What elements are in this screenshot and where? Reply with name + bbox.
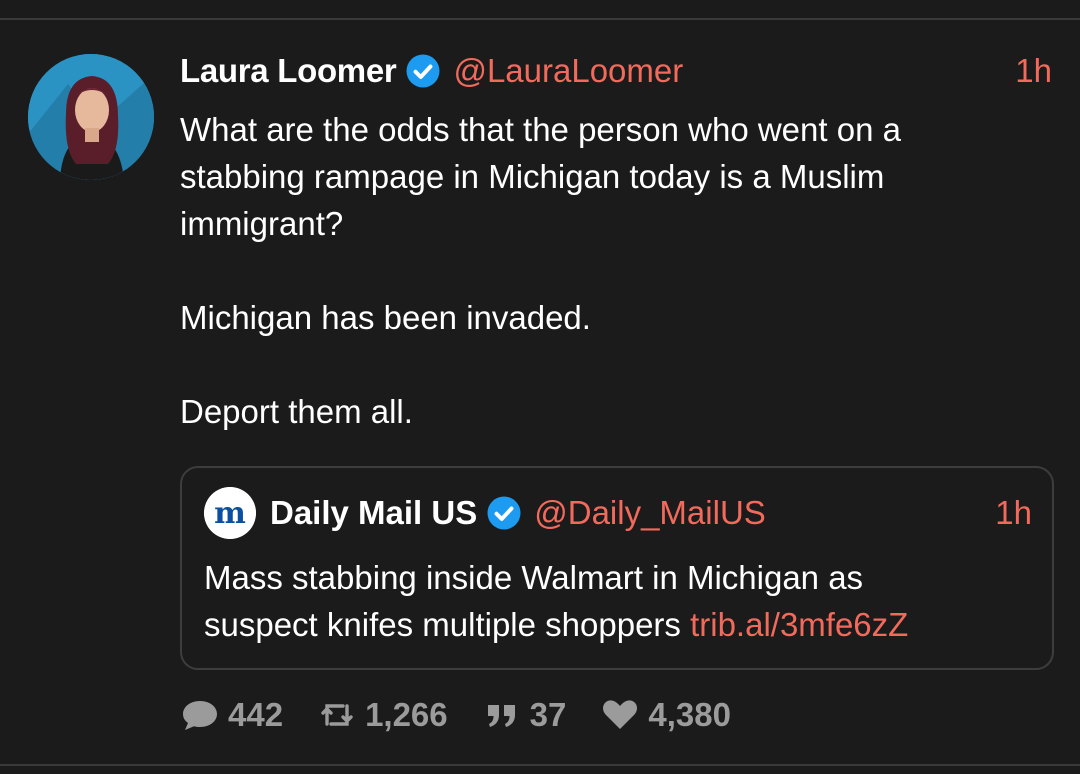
author-name[interactable]: Laura Loomer [180, 52, 397, 90]
tweet-text-line: Deport them all. [180, 393, 413, 430]
daily-mail-logo-icon[interactable]: m [204, 487, 256, 539]
avatar[interactable] [28, 54, 154, 180]
tweet-text-line: What are the odds that the person who we… [180, 111, 901, 148]
tweet-body: What are the odds that the person who we… [180, 106, 1040, 435]
quote-icon [487, 705, 515, 727]
retweet-button[interactable]: 1,266 [317, 696, 448, 734]
like-button[interactable]: 4,380 [600, 696, 731, 734]
tweet-stats: 442 1,266 37 4,380 [180, 692, 765, 738]
quoted-tweet-body: Mass stabbing inside Walmart in Michigan… [204, 554, 1034, 648]
svg-text:m: m [214, 496, 246, 531]
tweet-text-line: Michigan has been invaded. [180, 299, 591, 336]
top-divider [0, 18, 1080, 20]
quote-button[interactable]: 37 [482, 696, 567, 734]
bottom-divider [0, 764, 1080, 766]
quoted-text-line: Mass stabbing inside Walmart in Michigan… [204, 559, 864, 596]
author-handle[interactable]: @LauraLoomer [453, 52, 683, 90]
verified-icon [405, 53, 441, 89]
quoted-tweet-header: m Daily Mail US @Daily_MailUS 1h [204, 487, 1032, 539]
tweet-view: Laura Loomer @LauraLoomer 1h What are th… [0, 0, 1080, 774]
tweet-text-line: immigrant? [180, 205, 344, 242]
retweet-icon [321, 704, 353, 726]
quoted-text: suspect knifes multiple shoppers [204, 606, 691, 643]
quote-count: 37 [529, 696, 567, 733]
tweet-text-line: stabbing rampage in Michigan today is a … [180, 158, 885, 195]
reply-count: 442 [228, 696, 284, 733]
verified-icon [486, 495, 522, 531]
quoted-tweet-time[interactable]: 1h [995, 494, 1032, 532]
quoted-link[interactable]: trib.al/3mfe6zZ [690, 606, 908, 643]
heart-icon [603, 700, 638, 729]
tweet-time[interactable]: 1h [1015, 52, 1052, 90]
quoted-tweet[interactable]: m Daily Mail US @Daily_MailUS 1h Mass st… [180, 466, 1054, 670]
tweet-header: Laura Loomer @LauraLoomer 1h [180, 48, 1052, 94]
like-count: 4,380 [648, 696, 731, 733]
retweet-count: 1,266 [365, 696, 448, 733]
reply-button[interactable]: 442 [180, 696, 283, 734]
quoted-author-handle[interactable]: @Daily_MailUS [534, 494, 766, 532]
reply-icon [183, 701, 217, 730]
quoted-text-line-2: suspect knifes multiple shoppers trib.al… [204, 601, 1034, 648]
quoted-author-name[interactable]: Daily Mail US [270, 494, 477, 532]
